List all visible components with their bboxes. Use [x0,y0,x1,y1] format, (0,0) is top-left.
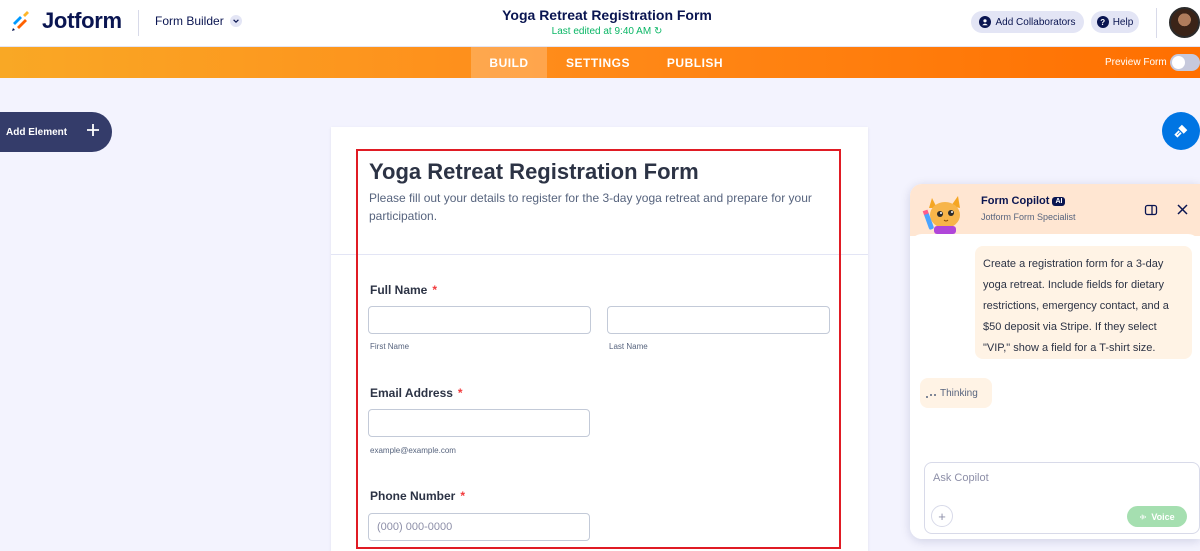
document-title-area: Yoga Retreat Registration Form Last edit… [400,7,814,37]
refresh-icon: ↻ [653,26,663,37]
jotform-logo[interactable]: Jotform [10,8,122,34]
first-name-input[interactable] [368,306,591,334]
add-collaborators-button[interactable]: Add Collaborators [971,11,1084,33]
thinking-dots-icon [926,388,936,398]
tab-build[interactable]: BUILD [471,47,547,78]
thinking-label: Thinking [940,387,978,399]
email-input[interactable] [368,409,590,437]
user-icon [979,16,992,28]
voice-button[interactable]: Voice [1127,506,1187,527]
chevron-down-icon [229,15,242,27]
last-name-input[interactable] [607,306,830,334]
ai-badge: AI [1052,196,1066,206]
ask-copilot-placeholder: Ask Copilot [933,472,989,484]
builder-tab-bar: BUILD SETTINGS PUBLISH Preview Form [0,47,1200,78]
form-header-divider [331,254,868,255]
last-edited-status: Last edited at 9:40 AM ↻ [400,26,814,37]
copilot-cat-avatar-icon [922,196,960,234]
form-designer-button[interactable] [1162,112,1200,150]
ask-copilot-input[interactable]: Ask Copilot + Voice [924,462,1200,534]
avatar[interactable] [1169,7,1200,38]
close-icon[interactable] [1176,203,1189,216]
last-name-sublabel: Last Name [609,342,648,351]
help-label: Help [1112,16,1134,28]
preview-form-toggle[interactable] [1170,54,1200,71]
tab-settings-label: SETTINGS [565,55,630,70]
copilot-header: Form Copilot AI Jotform Form Specialist [910,184,1200,236]
top-bar: Jotform Form Builder Yoga Retreat Regist… [0,0,1200,47]
email-label[interactable]: Email Address * [370,386,463,400]
required-asterisk: * [432,283,438,297]
preview-form-label: Preview Form [1105,57,1167,68]
email-label-text: Email Address [370,386,453,400]
tab-settings[interactable]: SETTINGS [552,47,644,78]
header-divider [138,10,139,36]
microphone-icon [1140,514,1147,519]
help-button[interactable]: ? Help [1091,11,1139,33]
first-name-sublabel: First Name [370,342,410,351]
thinking-indicator: Thinking [920,378,992,408]
add-collaborators-label: Add Collaborators [995,16,1076,28]
tab-build-label: BUILD [489,55,529,70]
document-title[interactable]: Yoga Retreat Registration Form [400,7,814,23]
user-message-bubble: Create a registration form for a 3-day y… [975,246,1192,359]
last-edited-text: Last edited at 9:40 AM [551,26,652,37]
full-name-label-text: Full Name [370,283,428,297]
voice-label: Voice [1151,511,1175,522]
jotform-logo-icon [10,9,34,33]
form-copilot-panel: Form Copilot AI Jotform Form Specialist … [910,184,1200,539]
email-sublabel: example@example.com [370,446,456,455]
plus-icon [87,124,99,136]
header-divider-right [1156,8,1157,38]
form-builder-label: Form Builder [155,14,224,28]
phone-placeholder: (000) 000-0000 [377,521,453,533]
required-asterisk: * [460,489,466,503]
copilot-name: Form Copilot AI [981,195,1066,207]
copilot-subtitle: Jotform Form Specialist [981,212,1076,222]
dock-panel-icon[interactable] [1144,203,1158,217]
tab-publish-label: PUBLISH [666,55,724,70]
full-name-label[interactable]: Full Name * [370,283,437,297]
phone-label[interactable]: Phone Number * [370,489,465,503]
logo-text: Jotform [42,8,122,33]
add-element-label: Add Element [6,126,68,138]
form-title[interactable]: Yoga Retreat Registration Form [369,159,699,185]
add-element-button[interactable]: Add Element [0,112,112,152]
paint-roller-icon [1174,124,1188,138]
form-description[interactable]: Please fill out your details to register… [369,189,834,225]
phone-label-text: Phone Number [370,489,456,503]
form-builder-dropdown[interactable]: Form Builder [155,14,242,28]
required-asterisk: * [457,386,463,400]
copilot-name-text: Form Copilot [981,195,1050,207]
question-icon: ? [1096,16,1109,28]
phone-input[interactable]: (000) 000-0000 [368,513,590,541]
tab-publish[interactable]: PUBLISH [652,47,738,78]
attach-plus-button[interactable]: + [931,505,953,527]
